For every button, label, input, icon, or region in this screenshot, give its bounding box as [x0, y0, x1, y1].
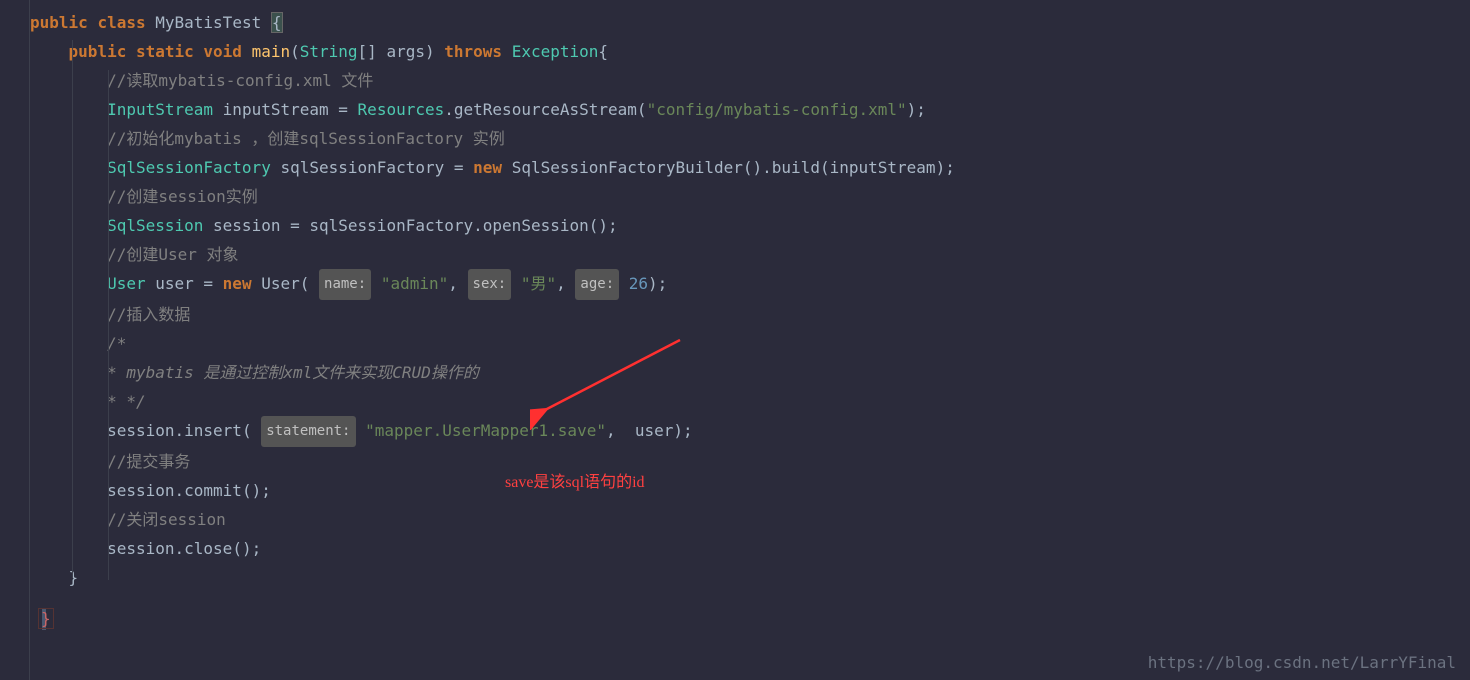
brace-open-icon: {	[271, 12, 283, 33]
code-line[interactable]: session.commit();	[30, 476, 1470, 505]
code-line[interactable]: InputStream inputStream = Resources.getR…	[30, 95, 1470, 124]
indent-guide	[72, 40, 73, 578]
param-hint: name:	[319, 269, 371, 300]
code-line[interactable]: * */	[30, 387, 1470, 416]
code-line[interactable]: User user = new User( name: "admin", sex…	[30, 269, 1470, 300]
code-line[interactable]: }	[30, 563, 1470, 592]
code-line[interactable]: /*	[30, 329, 1470, 358]
code-line[interactable]: //提交事务	[30, 447, 1470, 476]
code-line[interactable]: //创建session实例	[30, 182, 1470, 211]
code-line[interactable]: session.close();	[30, 534, 1470, 563]
param-hint: statement:	[261, 416, 355, 447]
code-line[interactable]: * mybatis 是通过控制xml文件来实现CRUD操作的	[30, 358, 1470, 387]
code-line[interactable]: //创建User 对象	[30, 240, 1470, 269]
code-line[interactable]: }	[38, 609, 54, 628]
code-line[interactable]: SqlSessionFactory sqlSessionFactory = ne…	[30, 153, 1470, 182]
watermark: https://blog.csdn.net/LarrYFinal	[1148, 653, 1456, 672]
param-hint: age:	[575, 269, 619, 300]
code-line[interactable]: SqlSession session = sqlSessionFactory.o…	[30, 211, 1470, 240]
param-hint: sex:	[468, 269, 512, 300]
code-line[interactable]: public static void main(String[] args) t…	[30, 37, 1470, 66]
code-line[interactable]: //关闭session	[30, 505, 1470, 534]
annotation-label: save是该sql语句的id	[505, 468, 645, 492]
code-editor[interactable]: public class MyBatisTest { public static…	[0, 0, 1470, 592]
code-line[interactable]: public class MyBatisTest {	[30, 8, 1470, 37]
code-line[interactable]: //插入数据	[30, 300, 1470, 329]
indent-guide	[108, 70, 109, 580]
code-line[interactable]: //读取mybatis-config.xml 文件	[30, 66, 1470, 95]
code-line[interactable]: session.insert( statement: "mapper.UserM…	[30, 416, 1470, 447]
code-line[interactable]: //初始化mybatis ，创建sqlSessionFactory 实例	[30, 124, 1470, 153]
